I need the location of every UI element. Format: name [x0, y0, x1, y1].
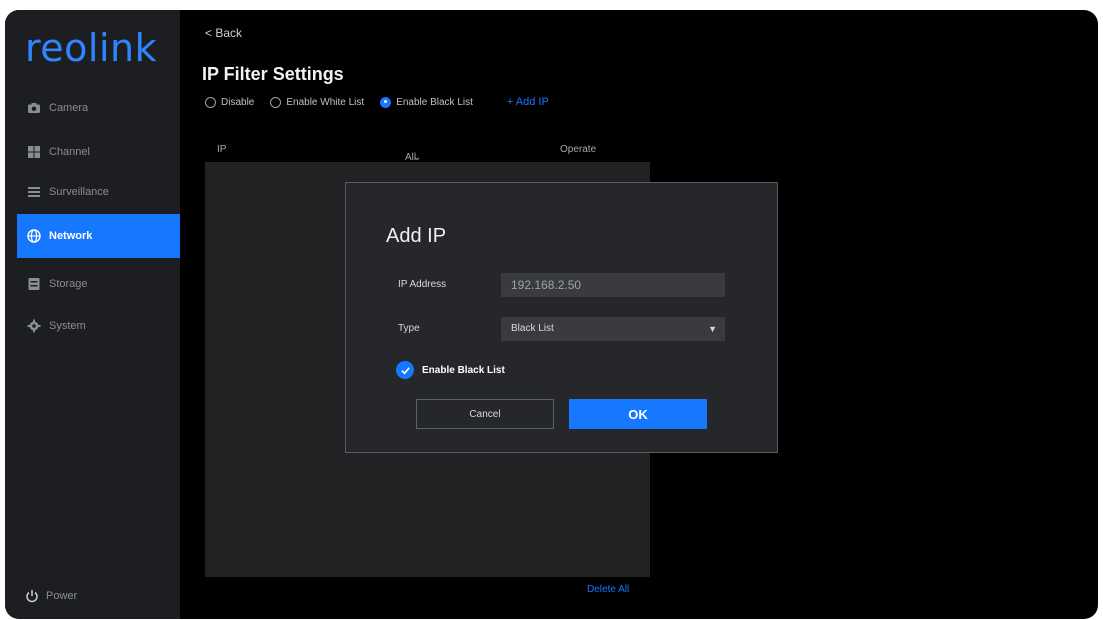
sidebar-item-network[interactable]: Network — [17, 214, 180, 258]
sidebar-item-channel[interactable]: Channel — [17, 132, 180, 172]
power-label: Power — [46, 590, 78, 602]
sidebar-item-label: Surveillance — [49, 186, 109, 198]
sidebar-item-label: Channel — [49, 146, 90, 158]
checkbox-label: Enable Black List — [422, 364, 505, 376]
dialog-title: Add IP — [386, 225, 447, 247]
app-window: reolink Camera Channel Surveillance Netw… — [5, 10, 1098, 619]
radio-disable[interactable]: Disable — [205, 96, 255, 108]
storage-icon — [27, 277, 41, 291]
sidebar-item-surveillance[interactable]: Surveillance — [17, 172, 180, 212]
page-title: IP Filter Settings — [202, 64, 344, 84]
reolink-logo: reolink — [25, 26, 158, 70]
ip-address-label: IP Address — [398, 279, 447, 290]
type-select[interactable]: Black List ▼ — [501, 317, 725, 341]
enable-black-list-checkbox[interactable]: Enable Black List — [396, 361, 505, 379]
ok-button[interactable]: OK — [569, 399, 707, 429]
radio-label: Enable White List — [286, 96, 365, 108]
gear-icon — [27, 319, 41, 333]
column-header-ip: IP — [217, 144, 227, 155]
sidebar: reolink Camera Channel Surveillance Netw… — [5, 10, 180, 619]
type-label: Type — [398, 323, 420, 334]
sidebar-item-label: Camera — [49, 102, 89, 114]
radio-label: Disable — [221, 96, 255, 108]
sidebar-item-system[interactable]: System — [17, 306, 180, 346]
sidebar-item-label: System — [49, 320, 86, 332]
camera-icon — [27, 101, 41, 115]
add-ip-dialog: Add IP IP Address Type Black List ▼ Enab… — [345, 182, 778, 453]
radio-label: Enable Black List — [396, 96, 473, 108]
sidebar-item-label: Network — [49, 230, 93, 242]
radio-enable-black-list[interactable]: Enable Black List — [380, 96, 473, 108]
radio-unchecked-icon — [270, 96, 282, 108]
radio-unchecked-icon — [205, 96, 216, 108]
ip-filter-mode-options: Disable Enable White List Enable Black L… — [205, 96, 549, 108]
delete-all-link[interactable]: Delete All — [587, 584, 629, 595]
checkmark-icon — [396, 361, 414, 379]
power-button[interactable]: Power — [25, 589, 77, 603]
radio-enable-white-list[interactable]: Enable White List — [270, 96, 365, 108]
add-ip-link[interactable]: + Add IP — [507, 96, 549, 108]
ip-address-input[interactable] — [501, 273, 725, 297]
type-select-value: Black List — [511, 323, 554, 334]
sidebar-item-storage[interactable]: Storage — [17, 264, 180, 304]
power-icon — [25, 589, 39, 603]
channel-icon — [27, 145, 41, 159]
sidebar-item-label: Storage — [49, 278, 88, 290]
network-icon — [27, 229, 41, 243]
column-header-operate: Operate — [560, 144, 597, 155]
sidebar-item-camera[interactable]: Camera — [17, 88, 180, 128]
back-link[interactable]: < Back — [205, 26, 242, 40]
cancel-button[interactable]: Cancel — [416, 399, 554, 429]
radio-checked-icon — [380, 96, 392, 108]
chevron-down-icon: ▼ — [708, 324, 717, 334]
surveillance-icon — [27, 185, 41, 199]
